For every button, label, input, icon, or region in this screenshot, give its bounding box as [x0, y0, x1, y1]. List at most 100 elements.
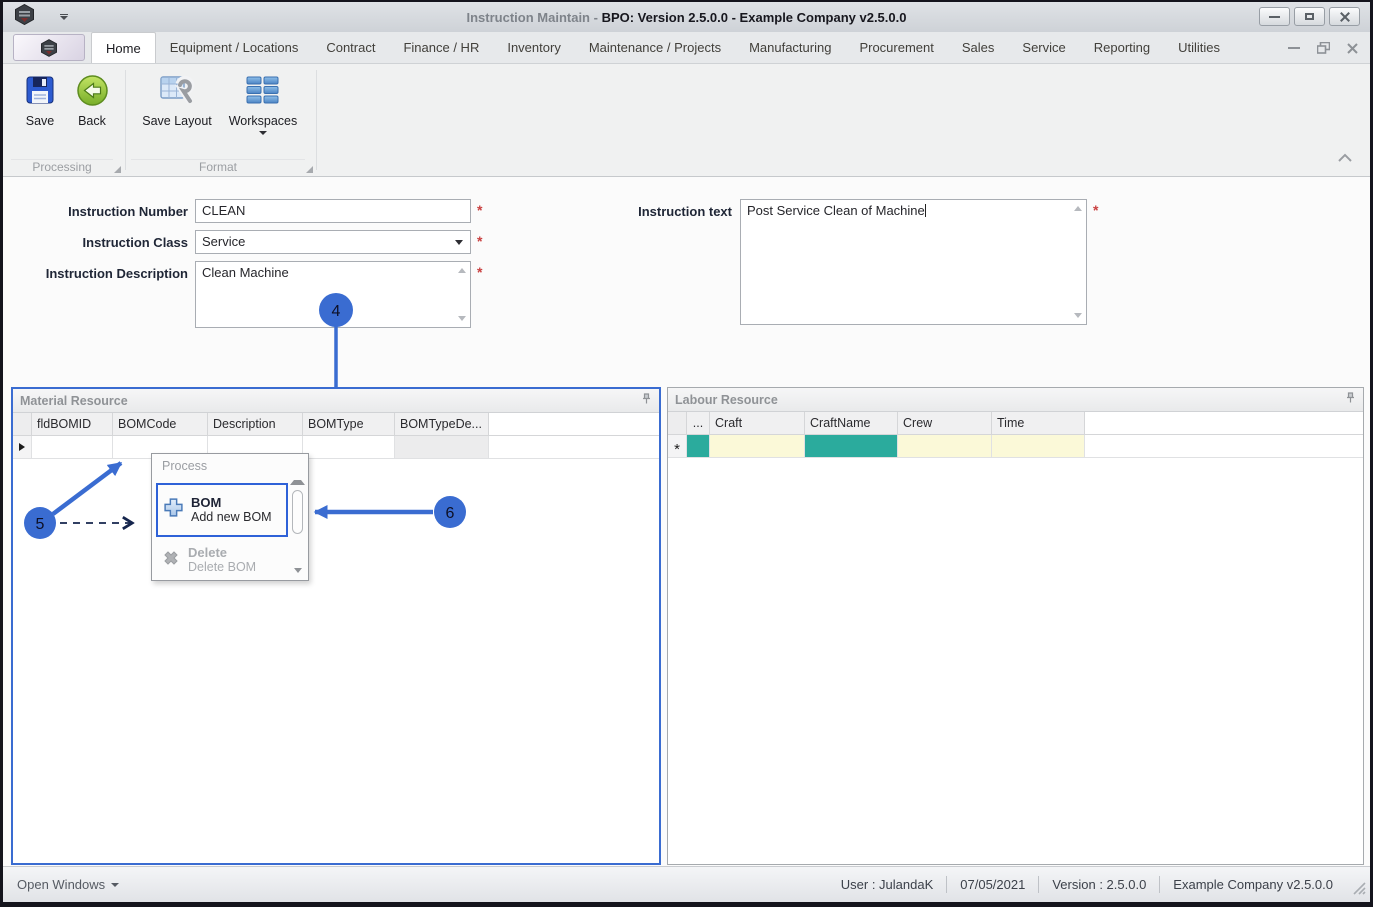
- text-caret: [924, 204, 926, 217]
- column-header-ellipsis[interactable]: ...: [687, 412, 710, 434]
- plus-icon: [163, 497, 184, 523]
- chevron-down-icon[interactable]: [455, 240, 463, 245]
- workspaces-dropdown-icon[interactable]: [259, 131, 267, 135]
- column-header-BOMTypeDe[interactable]: BOMTypeDe...: [395, 413, 489, 435]
- required-asterisk: *: [477, 264, 483, 280]
- group-dialog-launcher-icon[interactable]: [114, 166, 121, 173]
- labour-resource-panel: Labour Resource ... Craft CraftName Crew…: [667, 387, 1364, 865]
- tab-inventory[interactable]: Inventory: [493, 32, 574, 63]
- title-bar: Instruction Maintain - BPO: Version 2.5.…: [3, 2, 1370, 32]
- tab-equipment-locations[interactable]: Equipment / Locations: [156, 32, 313, 63]
- scroll-up-icon[interactable]: [290, 480, 305, 485]
- save-button[interactable]: Save: [19, 72, 61, 128]
- open-windows-button[interactable]: Open Windows: [17, 877, 120, 892]
- row-selector-header: [13, 413, 32, 435]
- minimize-button[interactable]: [1259, 7, 1290, 26]
- workspaces-button[interactable]: Workspaces: [225, 72, 301, 135]
- cell-Craft[interactable]: [710, 435, 805, 457]
- cell-Time[interactable]: [992, 435, 1085, 457]
- window-title: Instruction Maintain - BPO: Version 2.5.…: [3, 10, 1370, 25]
- menu-scrollbar[interactable]: [290, 478, 305, 575]
- tab-finance-hr[interactable]: Finance / HR: [389, 32, 493, 63]
- menu-item-delete-bom[interactable]: Delete Delete BOM: [161, 542, 287, 578]
- scroll-down-icon[interactable]: [1074, 313, 1082, 318]
- menu-item-title: BOM: [191, 495, 222, 510]
- instruction-number-input[interactable]: CLEAN: [195, 199, 471, 223]
- pin-icon[interactable]: [641, 392, 652, 410]
- column-header-BOMCode[interactable]: BOMCode: [113, 413, 208, 435]
- context-menu-header: Process: [162, 459, 208, 473]
- labour-resource-title: Labour Resource: [675, 392, 778, 407]
- cell-fldBOMID[interactable]: [32, 436, 113, 458]
- instruction-class-value: Service: [202, 234, 246, 249]
- status-bar: Open Windows User : JulandaK 07/05/2021 …: [3, 866, 1370, 902]
- ribbon-group-label-processing: Processing: [11, 159, 113, 174]
- current-row-icon: [19, 443, 25, 451]
- scroll-down-icon[interactable]: [293, 568, 302, 573]
- tab-reporting[interactable]: Reporting: [1080, 32, 1164, 63]
- quick-access-dropdown-icon[interactable]: [60, 13, 68, 21]
- tab-home[interactable]: Home: [91, 32, 156, 63]
- instruction-text-textarea[interactable]: Post Service Clean of Machine: [740, 199, 1087, 325]
- instruction-description-label: Instruction Description: [45, 266, 188, 281]
- chevron-down-icon: [111, 882, 120, 887]
- tab-service[interactable]: Service: [1008, 32, 1079, 63]
- tab-contract[interactable]: Contract: [312, 32, 389, 63]
- x-delete-icon: [161, 548, 181, 573]
- group-dialog-launcher-icon[interactable]: [306, 166, 313, 173]
- labour-grid-new-row[interactable]: *: [668, 435, 1363, 458]
- tab-maintenance-projects[interactable]: Maintenance / Projects: [575, 32, 735, 63]
- ribbon-collapse-icon[interactable]: [1336, 151, 1354, 169]
- instruction-text-value: Post Service Clean of Machine: [747, 203, 925, 218]
- column-header-Time[interactable]: Time: [992, 412, 1085, 434]
- resize-grip-icon[interactable]: [1352, 881, 1366, 898]
- mdi-restore-icon[interactable]: [1317, 42, 1330, 54]
- instruction-class-select[interactable]: Service: [195, 230, 471, 254]
- column-header-CraftName[interactable]: CraftName: [805, 412, 898, 434]
- menu-item-add-bom[interactable]: BOM Add new BOM: [156, 483, 288, 537]
- material-resource-panel: Material Resource fldBOMID BOMCode Descr…: [11, 387, 661, 865]
- scroll-up-icon[interactable]: [458, 268, 466, 273]
- cell-ellipsis[interactable]: [687, 435, 710, 457]
- new-row-marker: *: [674, 440, 680, 458]
- labour-resource-header: Labour Resource: [668, 388, 1363, 412]
- column-header-Description[interactable]: Description: [208, 413, 303, 435]
- process-context-menu: Process BOM Add new BOM Delete Delete BO…: [151, 453, 309, 581]
- column-header-BOMType[interactable]: BOMType: [303, 413, 395, 435]
- tab-manufacturing[interactable]: Manufacturing: [735, 32, 845, 63]
- maximize-button[interactable]: [1294, 7, 1325, 26]
- column-header-Craft[interactable]: Craft: [710, 412, 805, 434]
- scroll-down-icon[interactable]: [458, 316, 466, 321]
- save-layout-button[interactable]: Save Layout: [139, 72, 215, 135]
- back-button[interactable]: Back: [71, 72, 113, 128]
- tab-sales[interactable]: Sales: [948, 32, 1009, 63]
- instruction-description-textarea[interactable]: Clean Machine: [195, 261, 471, 328]
- mdi-close-icon[interactable]: [1347, 42, 1358, 54]
- ribbon-tab-row: Home Equipment / Locations Contract Fina…: [3, 32, 1370, 64]
- pin-icon[interactable]: [1345, 391, 1356, 409]
- ribbon-group-format: Save Layout Workspaces Format: [127, 64, 315, 176]
- cell-Crew[interactable]: [898, 435, 992, 457]
- application-menu-button[interactable]: [13, 34, 85, 61]
- cell-BOMType[interactable]: [303, 436, 395, 458]
- tab-procurement[interactable]: Procurement: [845, 32, 947, 63]
- mdi-minimize-icon[interactable]: [1288, 46, 1300, 50]
- material-grid-row[interactable]: [13, 436, 659, 459]
- close-button[interactable]: [1329, 7, 1360, 26]
- scroll-up-icon[interactable]: [1074, 206, 1082, 211]
- scrollbar-thumb[interactable]: [292, 490, 303, 534]
- workspaces-grid-icon: [246, 72, 280, 108]
- cell-CraftName[interactable]: [805, 435, 898, 457]
- material-resource-title: Material Resource: [20, 393, 128, 408]
- ribbon-group-processing: Save Back Processing: [7, 64, 123, 176]
- status-user: User : JulandaK: [840, 877, 934, 892]
- material-resource-header: Material Resource: [13, 389, 659, 413]
- column-header-fldBOMID[interactable]: fldBOMID: [32, 413, 113, 435]
- row-indicator-cell: [13, 436, 32, 458]
- tab-utilities[interactable]: Utilities: [1164, 32, 1234, 63]
- floppy-disk-icon: [24, 72, 56, 108]
- menu-item-subtitle: Delete BOM: [188, 560, 257, 574]
- column-header-Crew[interactable]: Crew: [898, 412, 992, 434]
- cell-BOMTypeDe[interactable]: [395, 436, 489, 458]
- back-arrow-icon: [76, 72, 109, 108]
